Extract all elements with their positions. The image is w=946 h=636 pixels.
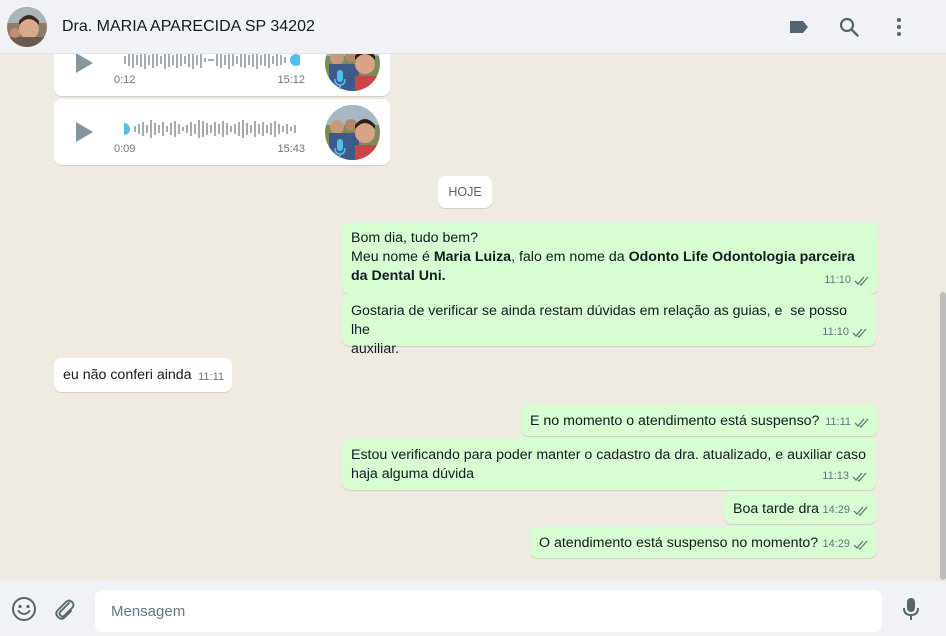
message-text: Gostaria de verificar se ainda restam dú…	[351, 303, 848, 357]
message-time: 11:11	[198, 371, 224, 383]
bold-text: Maria Luiza	[433, 249, 512, 265]
audio-message: 0:12 15:12	[54, 54, 390, 96]
audio-waveform[interactable]	[124, 54, 300, 74]
message-text: Estou verificando para poder manter o ca…	[351, 447, 866, 482]
double-check-icon	[854, 276, 869, 286]
double-check-icon	[854, 418, 869, 428]
outgoing-message[interactable]: Gostaria de verificar se ainda restam dú…	[342, 294, 876, 357]
composer-bar	[0, 581, 946, 636]
message-time: 11:10	[824, 274, 851, 286]
double-check-icon	[852, 328, 867, 338]
message-time: 11:13	[822, 470, 849, 482]
play-icon[interactable]	[72, 54, 96, 76]
message-time: 11:10	[822, 326, 849, 338]
audio-duration: 0:09	[114, 143, 136, 155]
attach-icon[interactable]	[48, 592, 82, 626]
chat-area[interactable]: 0:12 15:12 0:09 15:43 HOJE Bom dia, tudo…	[0, 54, 946, 581]
menu-icon[interactable]	[874, 7, 924, 47]
message-text: Bom dia, tudo bem? Meu nome é Maria Luiz…	[342, 222, 878, 294]
message-time: 15:12	[277, 74, 305, 86]
double-check-icon	[853, 506, 868, 516]
outgoing-message[interactable]: O atendimento está suspenso no momento? …	[530, 526, 877, 558]
outgoing-message[interactable]: E no momento o atendimento está suspenso…	[521, 404, 878, 436]
bold-text: da Dental Uni.	[351, 268, 446, 284]
message-time: 15:43	[277, 143, 305, 155]
voice-note-mic-icon	[334, 139, 346, 159]
message-time: 14:29	[822, 538, 850, 550]
message-line: Bom dia, tudo bem?	[351, 230, 478, 246]
contact-name[interactable]: Dra. MARIA APARECIDA SP 34202	[62, 18, 315, 36]
bold-text: Odonto Life Odontologia parceira	[628, 249, 855, 265]
audio-message: 0:09 15:43	[54, 99, 390, 165]
incoming-message[interactable]: eu não conferi ainda 11:11	[54, 358, 232, 392]
mic-icon[interactable]	[894, 592, 928, 626]
outgoing-message[interactable]: Bom dia, tudo bem? Meu nome é Maria Luiz…	[342, 222, 878, 294]
message-line: Meu nome é	[351, 249, 434, 265]
double-check-icon	[853, 540, 868, 550]
search-icon[interactable]	[824, 7, 874, 47]
play-icon[interactable]	[72, 119, 96, 145]
label-icon[interactable]	[774, 7, 824, 47]
date-divider: HOJE	[438, 176, 492, 208]
message-time: 11:11	[825, 416, 851, 428]
emoji-icon[interactable]	[7, 592, 41, 626]
chat-header: Dra. MARIA APARECIDA SP 34202	[0, 0, 946, 54]
voice-note-mic-icon	[334, 70, 346, 90]
chat-scrollbar[interactable]	[940, 292, 946, 580]
message-time: 14:29	[822, 504, 850, 516]
message-input[interactable]	[95, 590, 882, 632]
outgoing-message[interactable]: Boa tarde dra 14:29	[724, 492, 877, 524]
outgoing-message[interactable]: Estou verificando para poder manter o ca…	[342, 438, 876, 490]
message-line: , falo em nome da	[511, 249, 629, 265]
contact-avatar[interactable]	[7, 6, 47, 47]
audio-waveform[interactable]	[124, 115, 300, 143]
double-check-icon	[852, 472, 867, 482]
audio-duration: 0:12	[114, 74, 136, 86]
